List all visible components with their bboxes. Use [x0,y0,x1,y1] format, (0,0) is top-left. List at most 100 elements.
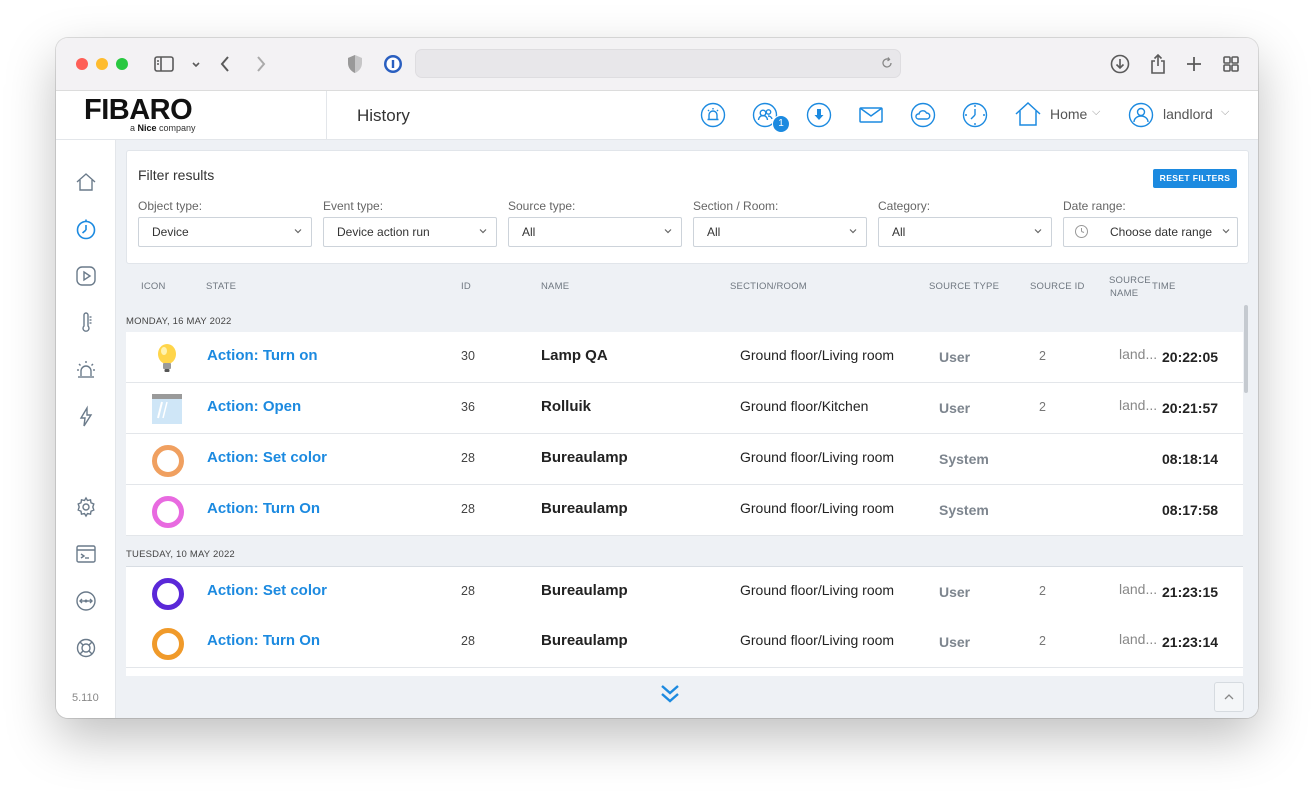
event-type-select[interactable]: Device action run [323,217,497,247]
color-ring-icon [150,576,184,610]
table-row[interactable]: Action: Turn On 28 Bureaulamp Ground flo… [126,617,1243,668]
column-header-source-name: SOURCE NAME [1109,275,1151,299]
page-title: History [357,106,410,125]
clock-icon[interactable] [962,102,988,128]
chevron-down-icon[interactable]: ⌵ [1221,106,1229,119]
event-state[interactable]: Action: Turn on [207,347,318,364]
tab-overview-icon[interactable] [1219,52,1243,76]
category-select[interactable]: All [878,217,1052,247]
object-type-label: Object type: [138,199,203,213]
source-id: 2 [1039,634,1046,648]
mail-icon[interactable] [858,102,884,128]
scrollbar[interactable] [1244,305,1248,393]
load-more-chevrons-icon[interactable] [656,680,684,708]
chevron-down-icon [1221,226,1231,236]
table-row[interactable]: Action: Open 36 Rolluik Ground floor/Kit… [126,383,1243,434]
new-tab-icon[interactable] [1182,52,1206,76]
source-type: User [939,634,971,650]
alarm-siren-icon[interactable] [74,358,98,382]
user-menu[interactable]: landlord [1163,106,1213,122]
sidebar-toggle-icon[interactable] [152,52,176,76]
event-time: 08:17:58 [1162,502,1219,518]
source-name: land... [1119,346,1158,362]
event-state[interactable]: Action: Turn On [207,632,320,649]
energy-bolt-icon[interactable] [74,405,98,429]
scenes-play-icon[interactable] [74,264,98,288]
table-row[interactable]: Action: Turn on 30 Lamp QA Ground floor/… [126,332,1243,383]
browser-toolbar [56,38,1258,91]
terminal-icon[interactable] [74,542,98,566]
shield-icon[interactable] [343,52,367,76]
minimize-window-button[interactable] [96,58,108,70]
device-id: 28 [461,502,475,516]
chevron-down-icon [663,226,673,236]
password-manager-icon[interactable] [381,52,405,76]
object-type-select[interactable]: Device [138,217,312,247]
forward-icon[interactable] [248,52,272,76]
device-id: 28 [461,584,475,598]
column-header-icon: ICON [141,281,166,292]
user-avatar-icon[interactable] [1128,102,1154,128]
table-row[interactable]: Action: Turn On 28 Bureaulamp Ground flo… [126,485,1243,536]
device-name: Lamp QA [541,347,608,364]
table-row[interactable]: Action: Set color 28 Bureaulamp Ground f… [126,566,1243,618]
device-name: Bureaulamp [541,632,628,649]
device-name: Bureaulamp [541,500,628,517]
app-header: FIBARO a Nice company History 1 Home ⌵ l… [56,91,1258,140]
event-time: 20:22:05 [1162,349,1219,365]
network-icon[interactable] [74,589,98,613]
chevron-down-icon [1033,226,1043,236]
close-window-button[interactable] [76,58,88,70]
event-state[interactable]: Action: Set color [207,582,327,599]
chevron-down-icon[interactable] [184,52,200,76]
filter-title: Filter results [138,167,215,183]
column-header-section-room: SECTION/ROOM [730,281,807,292]
support-lifebuoy-icon[interactable] [74,636,98,660]
source-type-label: Source type: [508,199,576,213]
device-room: Ground floor/Living room [740,449,895,465]
logo-subtitle: a Nice company [130,123,196,133]
color-ring-icon [150,494,184,528]
event-state[interactable]: Action: Set color [207,449,327,466]
event-state[interactable]: Action: Turn On [207,500,320,517]
source-type-select[interactable]: All [508,217,682,247]
table-row-partial [126,668,1243,676]
column-header-time: TIME [1152,281,1176,292]
column-header-state: STATE [206,281,237,292]
reset-filters-button[interactable]: RESET FILTERS [1153,169,1237,188]
date-range-picker[interactable]: Choose date range [1063,217,1238,247]
alarm-icon[interactable] [700,102,726,128]
climate-thermometer-icon[interactable] [74,311,98,335]
event-state[interactable]: Action: Open [207,398,301,415]
home-selector[interactable]: Home [1050,106,1087,122]
section-room-select[interactable]: All [693,217,867,247]
device-name: Bureaulamp [541,582,628,599]
dashboard-home-icon[interactable] [74,170,98,194]
settings-gear-icon[interactable] [74,495,98,519]
color-ring-icon [150,626,184,660]
source-type: User [939,349,971,365]
home-icon[interactable] [1014,100,1042,128]
chevron-down-icon[interactable]: ⌵ [1092,106,1100,119]
device-id: 36 [461,400,475,414]
share-icon[interactable] [1146,52,1170,76]
scroll-to-top-button[interactable] [1214,682,1244,712]
download-icon[interactable] [806,102,832,128]
column-header-source-type: SOURCE TYPE [929,281,1000,292]
back-icon[interactable] [214,52,238,76]
downloads-icon[interactable] [1108,52,1132,76]
event-time: 20:21:57 [1162,400,1219,416]
table-row[interactable]: Action: Set color 28 Bureaulamp Ground f… [126,434,1243,485]
device-room: Ground floor/Living room [740,500,895,516]
reload-icon[interactable] [880,56,894,70]
zoom-window-button[interactable] [116,58,128,70]
device-name: Bureaulamp [541,449,628,466]
logo-area[interactable]: FIBARO a Nice company [56,91,327,139]
source-name: land... [1119,631,1158,647]
users-count-badge: 1 [772,115,790,133]
history-icon[interactable] [74,217,98,241]
weather-icon[interactable] [910,102,936,128]
filter-panel: Filter results RESET FILTERS Object type… [126,150,1249,264]
source-id: 2 [1039,584,1046,598]
address-bar[interactable] [415,49,901,78]
